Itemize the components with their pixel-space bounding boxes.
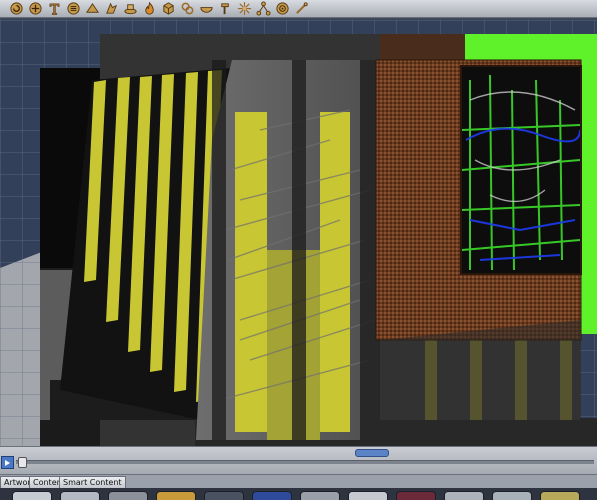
link-icon[interactable] xyxy=(179,1,195,16)
timeline-scrubber[interactable] xyxy=(18,457,27,468)
shelf-item[interactable] xyxy=(252,491,292,500)
cube-icon[interactable] xyxy=(160,1,176,16)
play-button[interactable] xyxy=(1,456,14,469)
target-icon[interactable] xyxy=(274,1,290,16)
viewport-scene xyxy=(0,20,597,446)
shelf-item[interactable] xyxy=(300,491,340,500)
shelf-item[interactable] xyxy=(348,491,388,500)
timeline-panel xyxy=(0,446,597,475)
bend-icon[interactable] xyxy=(84,1,100,16)
network-icon[interactable] xyxy=(255,1,271,16)
grid-icon[interactable] xyxy=(65,1,81,16)
shelf-item[interactable] xyxy=(204,491,244,500)
bowl-icon[interactable] xyxy=(198,1,214,16)
shelf-item[interactable] xyxy=(492,491,532,500)
rotate-icon[interactable] xyxy=(8,1,24,16)
text-icon[interactable] xyxy=(46,1,62,16)
content-shelf xyxy=(0,488,597,500)
application-window: Artwork Content Smart Content xyxy=(0,0,597,500)
3d-viewport[interactable] xyxy=(0,20,597,446)
taper-icon[interactable] xyxy=(122,1,138,16)
timeline-track[interactable] xyxy=(16,460,594,464)
tool-toolbar xyxy=(0,0,597,18)
shelf-item[interactable] xyxy=(12,491,52,500)
tab-bar: Artwork Content Smart Content xyxy=(0,474,597,489)
sparkle-icon[interactable] xyxy=(236,1,252,16)
shelf-item[interactable] xyxy=(60,491,100,500)
morph-icon[interactable] xyxy=(103,1,119,16)
shelf-item[interactable] xyxy=(444,491,484,500)
shelf-item[interactable] xyxy=(108,491,148,500)
shelf-item[interactable] xyxy=(540,491,580,500)
flame-icon[interactable] xyxy=(141,1,157,16)
translate-icon[interactable] xyxy=(27,1,43,16)
shelf-item[interactable] xyxy=(396,491,436,500)
hammer-icon[interactable] xyxy=(217,1,233,16)
wand-icon[interactable] xyxy=(293,1,309,16)
shelf-item[interactable] xyxy=(156,491,196,500)
panel-collapse-handle[interactable] xyxy=(355,449,389,457)
tab-smart-content[interactable]: Smart Content xyxy=(59,476,126,488)
play-icon xyxy=(5,459,10,466)
